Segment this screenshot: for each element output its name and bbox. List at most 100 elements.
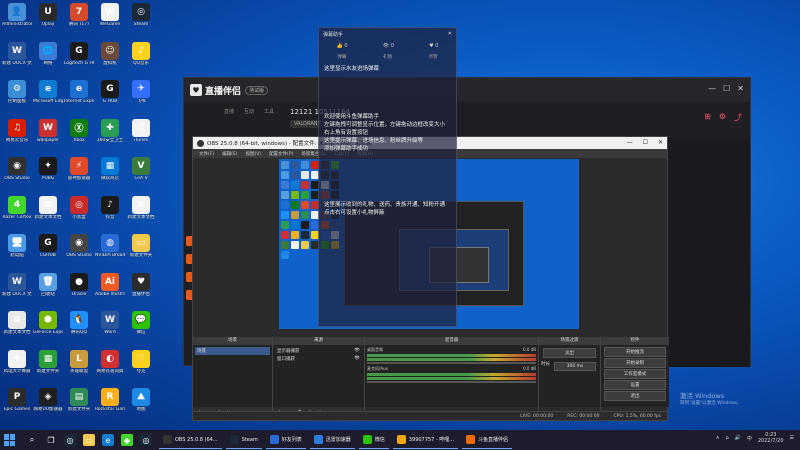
desktop-icon[interactable]: ◉ OBS Studio	[64, 234, 94, 258]
edge-icon[interactable]: e	[102, 434, 114, 446]
studio-mode-button[interactable]: 工作室模式	[604, 369, 666, 379]
taskbar-app[interactable]: OBS 25.0.8 (64...	[159, 431, 222, 449]
menu-item[interactable]: 配置文件(P)	[269, 151, 293, 157]
desktop-icon[interactable]: 🌐 网络	[33, 41, 63, 66]
menu-item[interactable]: 视图(V)	[245, 151, 261, 157]
desktop-icon[interactable]: ≡ 新建文本文档	[33, 195, 63, 220]
desktop-icon[interactable]: ⛰ 地图	[126, 388, 156, 412]
start-recording-button[interactable]: 开始录制	[604, 358, 666, 368]
desktop-icon[interactable]: ● Oracle	[64, 272, 94, 297]
desktop-icon[interactable]: Wwallpaper	[33, 118, 63, 143]
desktop-icon[interactable]: ✈ 飞书	[126, 80, 156, 104]
desktop-icon[interactable]: ✈ 风电大计算器	[2, 349, 32, 374]
desktop-icon[interactable]: ▦ 新建文件夹	[33, 349, 63, 374]
network-icon[interactable]: ⌂	[725, 435, 728, 441]
desktop-icon[interactable]: V GTA V	[126, 157, 156, 181]
desktop-icon[interactable]: W WeGame	[95, 3, 125, 27]
desktop-icon[interactable]: ◍NVIDIA Broadcast	[95, 234, 125, 258]
desktop-icon[interactable]: ▤ 新建文件夹	[64, 388, 94, 412]
desktop-icon[interactable]: e Microsoft Edge	[33, 80, 63, 104]
desktop-icon[interactable]: ♥ 直播伴侣	[126, 272, 156, 297]
close-button[interactable]: ✕	[658, 139, 663, 146]
maximize-button[interactable]: ☐	[723, 84, 730, 93]
desktop-icon[interactable]: ≡ 新建文本文档	[126, 195, 156, 220]
desktop-icon[interactable]: ◉ OBS Studio	[2, 157, 32, 181]
taskbar-app[interactable]: 39907757 - 哔哩...	[392, 431, 459, 449]
desktop-icon[interactable]: ◐ 网易有道词典	[95, 349, 125, 374]
volume-slider[interactable]	[367, 362, 536, 364]
razer-icon[interactable]: ◆	[121, 434, 133, 446]
desktop-icon[interactable]: ⬢GeForce Experience	[33, 311, 63, 335]
desktop-icon[interactable]: 🗑 回收站	[33, 272, 63, 297]
source-item[interactable]: 窗口捕获 👁	[275, 355, 362, 363]
settings-icon[interactable]: ⚙	[719, 112, 726, 123]
desktop-icon[interactable]: 🐧 腾讯QQ	[64, 311, 94, 335]
desktop-icon[interactable]: ✚ 360安全卫士	[95, 118, 125, 143]
desktop-icon[interactable]: ♪ QQ音乐	[126, 41, 156, 66]
minimize-button[interactable]: —	[627, 139, 633, 146]
file-explorer-icon[interactable]: ▭	[83, 434, 95, 446]
desktop-icon[interactable]: P Epic Games	[2, 388, 32, 412]
taskbar-app[interactable]: 斗鱼直播伴侣	[462, 431, 513, 449]
desktop-icon[interactable]: ♫ 网易云音乐	[2, 118, 32, 143]
danmaku-overlay[interactable]: 弹幕助手 ✕ 👍 0 👁 0 ♥ 0 弹幕 礼物 点赞 这里显示水友进场弹幕 欢…	[318, 27, 457, 327]
desktop-icon[interactable]: ≡ 新建文本文档	[2, 311, 32, 335]
eye-icon[interactable]: 👁	[354, 356, 360, 362]
start-streaming-button[interactable]: 开始推流	[604, 347, 666, 357]
eye-icon[interactable]: 👁	[354, 348, 360, 354]
minimize-button[interactable]: —	[708, 84, 716, 93]
desktop-icon[interactable]: W Word	[95, 311, 125, 335]
desktop-icon[interactable]: ⚙ 控制面板	[2, 80, 32, 104]
desktop-icon[interactable]: 👤 Administrator	[2, 3, 32, 27]
tab-interact[interactable]: 互动	[244, 108, 254, 115]
desktop-icon[interactable]: ♡ 夸克	[126, 349, 156, 374]
tab-danmaku[interactable]: 弹幕	[337, 54, 346, 60]
task-view-icon[interactable]: ❐	[45, 434, 57, 446]
source-item[interactable]: 显示器捕获 👁	[275, 347, 362, 355]
gift-icon[interactable]: ⊞	[704, 112, 711, 123]
tab-likes[interactable]: 点赞	[429, 54, 438, 60]
desktop-icon[interactable]: ◈ 网易UU加速器	[33, 388, 63, 412]
desktop-icon[interactable]: ♫ iTunes	[126, 118, 156, 143]
desktop-icon[interactable]: U Uplay	[33, 3, 63, 27]
desktop-icon[interactable]: ◎ Steam	[126, 3, 156, 27]
tab-gifts[interactable]: 礼物	[383, 54, 392, 60]
maximize-button[interactable]: ☐	[643, 139, 648, 146]
taskbar-app[interactable]: 微信	[358, 431, 389, 449]
share-icon[interactable]: ⤴	[734, 112, 742, 123]
desktop-icon[interactable]: ◎ 小黑盒	[64, 195, 94, 220]
desktop-icon[interactable]: ✦ PUBG	[33, 157, 63, 181]
desktop-icon[interactable]: 💬 微信	[126, 311, 156, 335]
desktop-icon[interactable]: G LGHUB	[33, 234, 63, 258]
scene-item[interactable]: 场景	[195, 347, 270, 355]
desktop-icon[interactable]: 4 Razer Cortex	[2, 195, 32, 220]
volume-icon[interactable]: 🔊	[735, 435, 741, 441]
desktop-icon[interactable]: ▭ 新建文件夹	[126, 234, 156, 258]
desktop-icon[interactable]: GLogitech G HUB	[64, 41, 94, 66]
taskbar-app[interactable]: 迅雷加速器	[309, 431, 355, 449]
desktop-icon[interactable]: W新建 DOCX 文档	[2, 272, 32, 297]
transition-select[interactable]: 淡出	[543, 348, 596, 358]
ime-icon[interactable]: 中	[747, 435, 752, 442]
desktop-icon[interactable]: 7 腾讯 (17)	[64, 3, 94, 27]
desktop-icon[interactable]: RRockstar Games	[95, 388, 125, 412]
desktop-icon[interactable]: eInternet Explorer	[64, 80, 94, 104]
desktop-icon[interactable]: Ⓧ Xbox	[64, 118, 94, 143]
menu-item[interactable]: 编辑(E)	[222, 151, 237, 157]
menu-item[interactable]: 文件(F)	[199, 151, 214, 157]
steam-icon[interactable]: ◎	[140, 434, 152, 446]
desktop-icon[interactable]: ☺ 虚拟机	[95, 41, 125, 66]
duration-input[interactable]: 300 ms	[554, 362, 596, 371]
close-button[interactable]: ✕	[737, 84, 744, 93]
taskbar-app[interactable]: Steam	[225, 431, 262, 449]
desktop-icon[interactable]: L 英雄联盟	[64, 349, 94, 374]
tab-live[interactable]: 直播	[224, 108, 234, 115]
desktop-icon[interactable]: ♪ 抖音	[95, 195, 125, 220]
desktop-icon[interactable]: AiAdobe Illustrator	[95, 272, 125, 297]
tab-tools[interactable]: 工具	[264, 108, 274, 115]
clock[interactable]: 0:23 2022/7/20	[758, 432, 784, 444]
desktop-icon[interactable]: ⚡ 雷神加速器	[64, 157, 94, 181]
close-icon[interactable]: ✕	[448, 31, 452, 37]
steam-icon[interactable]: ◎	[64, 434, 76, 446]
settings-button[interactable]: 设置	[604, 380, 666, 390]
